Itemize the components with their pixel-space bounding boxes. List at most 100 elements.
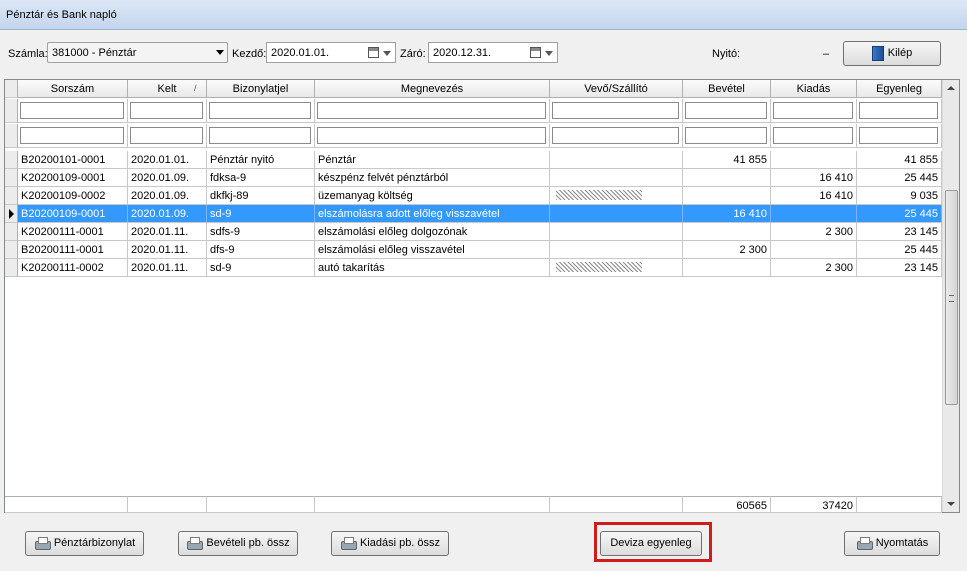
cell-bevetel[interactable]: 16 410 — [683, 205, 771, 223]
cell-bizonylatjel[interactable]: sdfs-9 — [207, 223, 315, 241]
cell-megnevezes[interactable]: autó takarítás — [315, 259, 550, 277]
print-button[interactable]: Nyomtatás — [844, 531, 940, 556]
row-indicator[interactable] — [5, 259, 18, 277]
cell-kiadas[interactable] — [771, 241, 857, 259]
chevron-down-icon[interactable] — [545, 51, 553, 56]
cell-kiadas[interactable] — [771, 151, 857, 169]
cell-megnevezes[interactable]: üzemanyag költség — [315, 187, 550, 205]
cell-megnevezes[interactable]: elszámolási előleg dolgozónak — [315, 223, 550, 241]
row-indicator[interactable] — [5, 205, 18, 223]
cell-sorszam[interactable]: B20200101-0001 — [18, 151, 128, 169]
cell-vevo-szallito[interactable] — [550, 151, 683, 169]
row-indicator[interactable] — [5, 169, 18, 187]
row-indicator[interactable] — [5, 151, 18, 169]
cell-egyenleg[interactable]: 41 855 — [857, 151, 942, 169]
cell-bevetel[interactable] — [683, 259, 771, 277]
filter-row-input-egyenleg[interactable] — [859, 102, 938, 119]
filter-row-input-sorszam[interactable] — [20, 102, 124, 119]
filter-row-input-kiadas[interactable] — [773, 102, 853, 119]
cell-egyenleg[interactable]: 25 445 — [857, 205, 942, 223]
cell-kiadas[interactable]: 2 300 — [771, 223, 857, 241]
cell-sorszam[interactable]: K20200109-0002 — [18, 187, 128, 205]
search-row-input-megnevezes[interactable] — [317, 127, 546, 144]
cell-vevo-szallito[interactable] — [550, 241, 683, 259]
cell-egyenleg[interactable]: 9 035 — [857, 187, 942, 205]
cell-kelt[interactable]: 2020.01.11. — [128, 241, 207, 259]
column-header-vevo-szallito[interactable]: Vevő/Szállító — [550, 80, 683, 98]
cell-bizonylatjel[interactable]: fdksa-9 — [207, 169, 315, 187]
cell-kelt[interactable]: 2020.01.11. — [128, 223, 207, 241]
search-row-input-vevo-szallito[interactable] — [552, 127, 679, 144]
cell-bevetel[interactable]: 2 300 — [683, 241, 771, 259]
filter-row-input-megnevezes[interactable] — [317, 102, 546, 119]
cell-kelt[interactable]: 2020.01.09. — [128, 187, 207, 205]
cell-sorszam[interactable]: B20200111-0001 — [18, 241, 128, 259]
cell-bizonylatjel[interactable]: dkfkj-89 — [207, 187, 315, 205]
search-row-input-egyenleg[interactable] — [859, 127, 938, 144]
vertical-scrollbar[interactable] — [942, 80, 959, 512]
cell-sorszam[interactable]: B20200109-0001 — [18, 205, 128, 223]
exit-button[interactable]: Kilép — [843, 41, 941, 66]
cell-bevetel[interactable] — [683, 223, 771, 241]
cash-voucher-button[interactable]: Pénztárbizonylat — [25, 531, 144, 556]
row-indicator[interactable] — [5, 241, 18, 259]
cell-megnevezes[interactable]: készpénz felvét pénztárból — [315, 169, 550, 187]
table-row[interactable]: K20200111-0001 2020.01.11. sdfs-9 elszámolá… — [5, 223, 942, 241]
cell-megnevezes[interactable]: Pénztár — [315, 151, 550, 169]
income-summary-button[interactable]: Bevételi pb. össz — [178, 531, 298, 556]
cell-bevetel[interactable] — [683, 169, 771, 187]
cell-kiadas[interactable]: 16 410 — [771, 187, 857, 205]
cell-vevo-szallito[interactable] — [550, 169, 683, 187]
column-header-egyenleg[interactable]: Egyenleg — [857, 80, 942, 98]
cell-bizonylatjel[interactable]: dfs-9 — [207, 241, 315, 259]
cell-vevo-szallito[interactable] — [550, 259, 683, 277]
column-header-megnevezes[interactable]: Megnevezés — [315, 80, 550, 98]
journal-grid[interactable]: Sorszám Kelt Bizonylatjel Megnevezés Vevő/Sz… — [4, 79, 960, 513]
table-row[interactable]: K20200109-0001 2020.01.09. fdksa-9 készpénz… — [5, 169, 942, 187]
cell-egyenleg[interactable]: 25 445 — [857, 241, 942, 259]
cell-bevetel[interactable]: 41 855 — [683, 151, 771, 169]
row-indicator[interactable] — [5, 223, 18, 241]
search-row-input-sorszam[interactable] — [20, 127, 124, 144]
filter-row-input-vevo-szallito[interactable] — [552, 102, 679, 119]
calendar-icon[interactable] — [368, 47, 379, 58]
calendar-icon[interactable] — [530, 47, 541, 58]
cell-megnevezes[interactable]: elszámolási előleg visszavétel — [315, 241, 550, 259]
start-date-picker[interactable]: 2020.01.01. — [266, 42, 396, 63]
column-header-bevetel[interactable]: Bevétel — [683, 80, 771, 98]
end-date-picker[interactable]: 2020.12.31. — [428, 42, 558, 63]
cell-kiadas[interactable]: 16 410 — [771, 169, 857, 187]
table-row[interactable]: K20200111-0002 2020.01.11. sd-9 autó takarí… — [5, 259, 942, 277]
cell-bevetel[interactable] — [683, 187, 771, 205]
search-row-input-kiadas[interactable] — [773, 127, 853, 144]
search-row-input-kelt[interactable] — [130, 127, 203, 144]
column-header-kiadas[interactable]: Kiadás — [771, 80, 857, 98]
table-row[interactable]: B20200111-0001 2020.01.11. dfs-9 elszámolás… — [5, 241, 942, 259]
cell-bizonylatjel[interactable]: sd-9 — [207, 259, 315, 277]
filter-row-input-kelt[interactable] — [130, 102, 203, 119]
account-select[interactable]: 381000 - Pénztár — [47, 42, 228, 63]
cell-kiadas[interactable]: 2 300 — [771, 259, 857, 277]
table-row[interactable]: B20200109-0001 2020.01.09. sd-9 elszámolásr… — [5, 205, 942, 223]
chevron-down-icon[interactable] — [383, 51, 391, 56]
scrollbar-thumb[interactable] — [945, 190, 958, 405]
cell-kelt[interactable]: 2020.01.09. — [128, 169, 207, 187]
cell-kelt[interactable]: 2020.01.11. — [128, 259, 207, 277]
search-row-input-bevetel[interactable] — [685, 127, 767, 144]
table-row[interactable]: B20200101-0001 2020.01.01. Pénztár nyitó Pé… — [5, 151, 942, 169]
chevron-down-icon[interactable] — [216, 50, 224, 55]
cell-kiadas[interactable] — [771, 205, 857, 223]
cell-vevo-szallito[interactable] — [550, 187, 683, 205]
grid-options-icon[interactable] — [5, 80, 18, 98]
filter-row-input-bizonylatjel[interactable] — [209, 102, 311, 119]
cell-egyenleg[interactable]: 23 145 — [857, 259, 942, 277]
cell-vevo-szallito[interactable] — [550, 205, 683, 223]
scroll-down-arrow-icon[interactable] — [947, 502, 955, 506]
cell-sorszam[interactable]: K20200109-0001 — [18, 169, 128, 187]
column-header-sorszam[interactable]: Sorszám — [18, 80, 128, 98]
search-row-input-bizonylatjel[interactable] — [209, 127, 311, 144]
filter-row-input-bevetel[interactable] — [685, 102, 767, 119]
column-header-bizonylatjel[interactable]: Bizonylatjel — [207, 80, 315, 98]
cell-bizonylatjel[interactable]: Pénztár nyitó — [207, 151, 315, 169]
cell-sorszam[interactable]: K20200111-0001 — [18, 223, 128, 241]
